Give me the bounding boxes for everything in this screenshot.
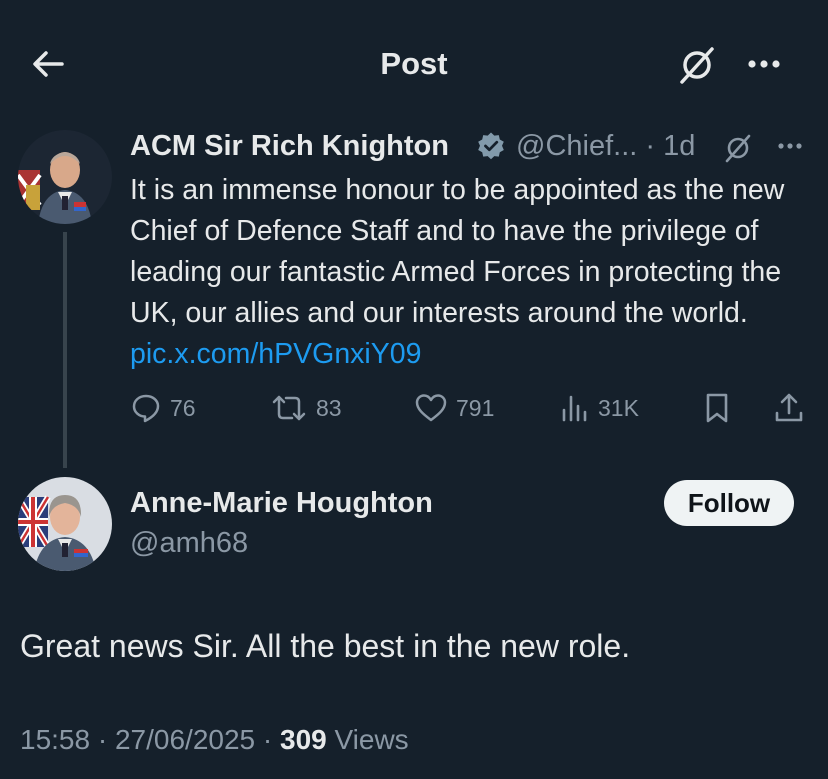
- more-icon[interactable]: [744, 48, 784, 80]
- views-icon: [560, 392, 590, 424]
- more-icon[interactable]: [774, 132, 806, 160]
- avatar[interactable]: [18, 130, 112, 224]
- post-date[interactable]: 27/06/2025: [115, 724, 255, 755]
- views-count: 31K: [598, 394, 639, 421]
- author-handle[interactable]: @Chief...: [516, 130, 637, 162]
- post-body: It is an immense honour to be appointed …: [130, 174, 785, 329]
- views-total: 309: [280, 724, 327, 755]
- like-button[interactable]: 791: [414, 390, 494, 426]
- author-handle[interactable]: @amh68: [130, 524, 248, 562]
- reply-count: 76: [170, 394, 196, 421]
- author-name[interactable]: ACM Sir Rich Knighton: [130, 127, 449, 165]
- share-icon: [772, 391, 806, 425]
- reply-button[interactable]: 76: [130, 390, 196, 426]
- bookmark-button[interactable]: [702, 390, 740, 426]
- repost-button[interactable]: 83: [270, 390, 342, 426]
- like-count: 791: [456, 394, 495, 421]
- avatar[interactable]: [18, 477, 112, 571]
- views-button[interactable]: 31K: [560, 390, 639, 426]
- views-label: Views: [334, 724, 409, 755]
- post-time[interactable]: 1d: [663, 130, 695, 162]
- repost-count: 83: [316, 394, 342, 421]
- author-handle-time: @Chief... · 1d: [516, 130, 696, 162]
- thread-line: [63, 232, 67, 468]
- grok-icon[interactable]: [722, 132, 754, 164]
- follow-button[interactable]: Follow: [664, 480, 794, 526]
- bookmark-icon: [702, 391, 732, 425]
- post-timestamp[interactable]: 15:58: [20, 724, 90, 755]
- post-meta: 15:58 · 27/06/2025 · 309 Views: [20, 724, 409, 755]
- reply-icon: [130, 392, 162, 424]
- post-text: It is an immense honour to be appointed …: [130, 170, 820, 375]
- author-name[interactable]: Anne-Marie Houghton: [130, 484, 433, 522]
- reply-text: Great news Sir. All the best in the new …: [20, 628, 631, 664]
- verified-badge-icon: [476, 131, 506, 161]
- repost-icon: [270, 392, 308, 424]
- media-link[interactable]: pic.x.com/hPVGnxiY09: [130, 338, 421, 370]
- grok-icon[interactable]: [676, 44, 718, 86]
- share-button[interactable]: [772, 390, 814, 426]
- like-icon: [414, 392, 448, 424]
